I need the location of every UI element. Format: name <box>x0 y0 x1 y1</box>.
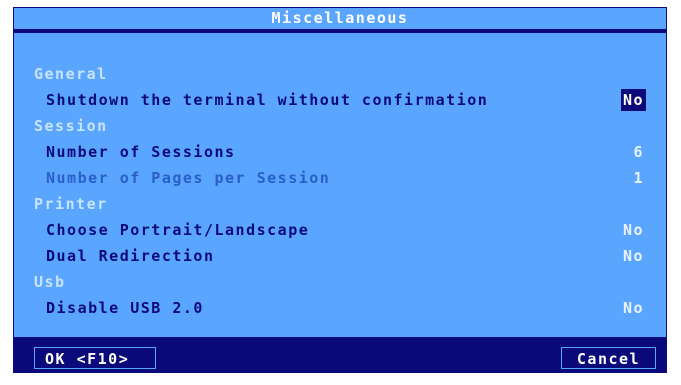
section-usb: Usb <box>34 273 66 291</box>
portrait-landscape-value[interactable]: No <box>623 219 644 241</box>
section-printer: Printer <box>34 195 108 213</box>
dual-redirection-value[interactable]: No <box>623 245 644 267</box>
dialog-title: Miscellaneous <box>14 8 666 29</box>
shutdown-without-confirmation-label[interactable]: Shutdown the terminal without confirmati… <box>46 89 488 111</box>
settings-panel: General Shutdown the terminal without co… <box>14 33 666 337</box>
pages-per-session-value: 1 <box>633 169 644 187</box>
section-general: General <box>34 65 108 83</box>
miscellaneous-dialog: Miscellaneous General Shutdown the termi… <box>13 7 667 373</box>
shutdown-without-confirmation-value[interactable]: No <box>620 89 646 111</box>
portrait-landscape-label[interactable]: Choose Portrait/Landscape <box>46 219 309 241</box>
ok-button[interactable]: OK <F10> <box>34 347 156 369</box>
number-of-sessions-value[interactable]: 6 <box>633 141 644 163</box>
dual-redirection-label[interactable]: Dual Redirection <box>46 245 215 267</box>
disable-usb2-value[interactable]: No <box>623 297 644 319</box>
number-of-sessions-label[interactable]: Number of Sessions <box>46 141 236 163</box>
section-session: Session <box>34 117 108 135</box>
pages-per-session-label: Number of Pages per Session <box>46 169 331 187</box>
cancel-button[interactable]: Cancel <box>561 347 656 369</box>
disable-usb2-label[interactable]: Disable USB 2.0 <box>46 297 204 319</box>
